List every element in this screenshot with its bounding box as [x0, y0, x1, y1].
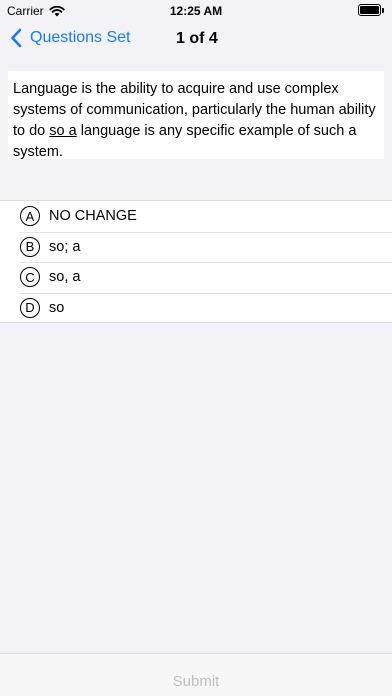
- option-c[interactable]: C so, a: [0, 262, 392, 293]
- screen: Carrier 12:25 AM Questions Set 1 of 4 La…: [0, 0, 392, 696]
- option-a[interactable]: A NO CHANGE: [0, 201, 392, 232]
- option-text: so; a: [49, 238, 81, 255]
- question-card: Language is the ability to acquire and u…: [8, 71, 384, 160]
- option-letter-badge: A: [20, 206, 40, 227]
- battery-icon: [358, 4, 384, 17]
- submit-bar: Submit: [0, 653, 392, 696]
- status-time: 12:25 AM: [169, 4, 223, 18]
- back-button-label: Questions Set: [30, 29, 131, 46]
- option-letter-badge: B: [20, 236, 40, 257]
- option-text: so, a: [49, 269, 81, 286]
- option-text: so: [49, 299, 65, 316]
- option-letter-badge: D: [20, 297, 40, 318]
- back-button[interactable]: Questions Set: [10, 28, 131, 48]
- navigation-bar: Questions Set 1 of 4: [0, 22, 392, 60]
- option-letter-badge: C: [20, 267, 40, 288]
- option-d[interactable]: D so: [0, 292, 392, 324]
- option-text: NO CHANGE: [49, 208, 137, 225]
- answer-options-list: A NO CHANGE B so; a C so, a D so: [0, 200, 392, 323]
- submit-button[interactable]: Submit: [173, 666, 220, 696]
- status-bar: Carrier 12:25 AM: [0, 0, 392, 22]
- option-b[interactable]: B so; a: [0, 231, 392, 263]
- page-title: 1 of 4: [176, 30, 218, 47]
- question-underlined-text: so a: [49, 123, 77, 139]
- chevron-left-icon: [11, 28, 22, 48]
